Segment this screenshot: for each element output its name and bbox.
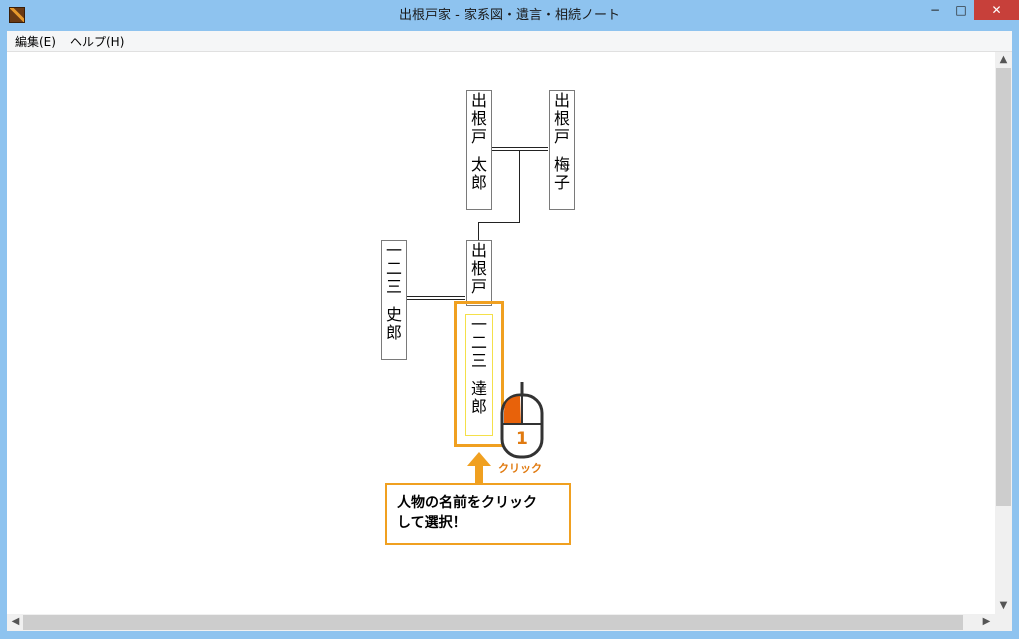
vertical-scrollbar[interactable]: ▲ ▼ [995,52,1012,614]
close-button[interactable]: ✕ [974,0,1019,20]
arrow-up-icon [467,452,491,484]
person-given-name: 太郎 [470,155,487,192]
mouse-step-number: 1 [516,429,528,449]
mouse-click-label: クリック [498,462,542,475]
callout-line2: して選択！ [397,515,467,531]
person-fumio[interactable]: 一二三 史郎 [381,240,407,360]
person-surname: 出根戸 [470,91,487,146]
app-window: 出根戸家 - 家系図・遺言・相続ノート − □ ✕ 編集(E) ヘルプ(H) 出… [0,0,1019,639]
person-given-name: 梅子 [553,155,570,192]
person-given-name: 達郎 [470,379,487,416]
person-hanako[interactable]: 出根戸 [466,240,492,306]
marriage-line [407,296,465,297]
scroll-down-icon[interactable]: ▼ [995,598,1012,614]
descent-line [478,222,479,240]
person-surname: 一二三 [385,241,402,296]
horizontal-scrollbar[interactable]: ◀ ▶ [7,614,995,631]
person-given-name: 史郎 [385,305,402,342]
scroll-up-icon[interactable]: ▲ [995,52,1012,68]
marriage-line [492,150,548,151]
maximize-button[interactable]: □ [948,0,974,20]
marriage-line [407,299,465,300]
menu-bar: 編集(E) ヘルプ(H) [7,31,1012,52]
scroll-right-icon[interactable]: ▶ [978,614,995,630]
menu-edit[interactable]: 編集(E) [15,33,56,50]
scroll-left-icon[interactable]: ◀ [7,614,24,630]
horizontal-scroll-thumb[interactable] [23,615,963,630]
minimize-button[interactable]: − [922,0,948,20]
person-ume[interactable]: 出根戸 梅子 [549,90,575,210]
tutorial-callout: 人物の名前をクリック して選択！ [385,483,571,545]
window-title: 出根戸家 - 家系図・遺言・相続ノート [399,8,620,23]
marriage-line [492,147,548,148]
person-taro[interactable]: 出根戸 太郎 [466,90,492,210]
person-surname: 出根戸 [553,91,570,146]
descent-line [478,222,520,223]
menu-help[interactable]: ヘルプ(H) [70,33,124,50]
person-surname: 一二三 [470,315,487,370]
person-surname: 出根戸 [470,241,487,296]
person-tatsuro[interactable]: 一二三 達郎 [465,314,493,436]
descent-line [519,151,520,223]
title-bar[interactable]: 出根戸家 - 家系図・遺言・相続ノート − □ ✕ [0,0,1019,31]
vertical-scroll-thumb[interactable] [996,68,1011,506]
scrollbar-corner [995,614,1012,631]
callout-line1: 人物の名前をクリック [397,495,537,511]
